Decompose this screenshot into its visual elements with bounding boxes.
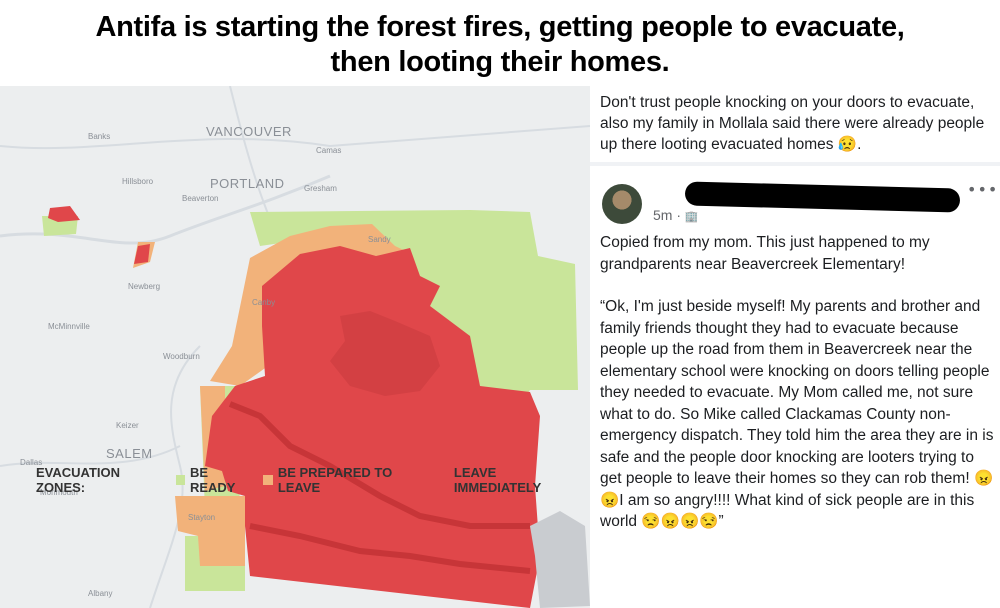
evacuation-legend: EVACUATION ZONES: BE READY BE PREPARED T…	[0, 465, 590, 495]
place-banks: Banks	[88, 132, 111, 141]
leave-now-swatch	[439, 475, 449, 485]
post-divider	[590, 162, 1000, 166]
post-body: Copied from my mom. This just happened t…	[600, 232, 998, 554]
legend-label-leave-now: LEAVE IMMEDIATELY	[453, 465, 542, 495]
place-salem: SALEM	[106, 446, 153, 461]
legend-title: EVACUATION ZONES:	[36, 465, 121, 495]
redacted-name-bar	[684, 181, 961, 213]
headline-line-2: then looting their homes.	[330, 46, 670, 78]
post-quote: “Ok, I'm just beside myself! My parents …	[600, 298, 994, 530]
place-hillsboro: Hillsboro	[122, 177, 154, 186]
audience-icon: 🏢	[684, 211, 699, 223]
legend-item-be-prepared: BE PREPARED TO LEAVE	[263, 465, 429, 495]
place-mcminnville: McMinnville	[48, 322, 90, 331]
place-keizer: Keizer	[116, 421, 139, 430]
place-woodburn: Woodburn	[163, 352, 200, 361]
map-canvas	[0, 86, 590, 608]
post-time[interactable]: 5m ·	[653, 207, 685, 223]
headline-line-1: Antifa is starting the forest fires, get…	[95, 11, 905, 43]
place-sandy: Sandy	[368, 235, 391, 244]
legend-label-be-ready: BE READY	[189, 465, 236, 495]
post-intro: Copied from my mom. This just happened t…	[600, 234, 930, 273]
legend-label-be-prepared: BE PREPARED TO LEAVE	[277, 465, 393, 495]
be-ready-swatch	[175, 475, 185, 485]
more-options-icon[interactable]: •••	[967, 180, 998, 199]
avatar[interactable]	[602, 184, 642, 224]
place-camas: Camas	[316, 146, 342, 155]
post-meta: 5m · 🏢	[653, 207, 699, 223]
be-prepared-swatch	[263, 475, 273, 485]
place-vancouver: VANCOUVER	[206, 124, 292, 139]
top-comment: Don't trust people knocking on your door…	[600, 94, 985, 153]
place-beaverton: Beaverton	[182, 194, 219, 203]
evacuation-map: VANCOUVER PORTLAND SALEM Banks Camas Hil…	[0, 86, 590, 608]
meme-headline: Antifa is starting the forest fires, get…	[0, 0, 1000, 86]
place-stayton: Stayton	[188, 513, 216, 522]
place-canby: Canby	[252, 298, 276, 307]
place-newberg: Newberg	[128, 282, 161, 291]
place-albany: Albany	[88, 589, 113, 598]
social-post-panel: Don't trust people knocking on your door…	[590, 86, 1000, 608]
legend-item-leave-now: LEAVE IMMEDIATELY	[439, 465, 580, 495]
place-gresham: Gresham	[304, 184, 337, 193]
legend-item-be-ready: BE READY	[175, 465, 254, 495]
place-portland: PORTLAND	[210, 176, 285, 191]
